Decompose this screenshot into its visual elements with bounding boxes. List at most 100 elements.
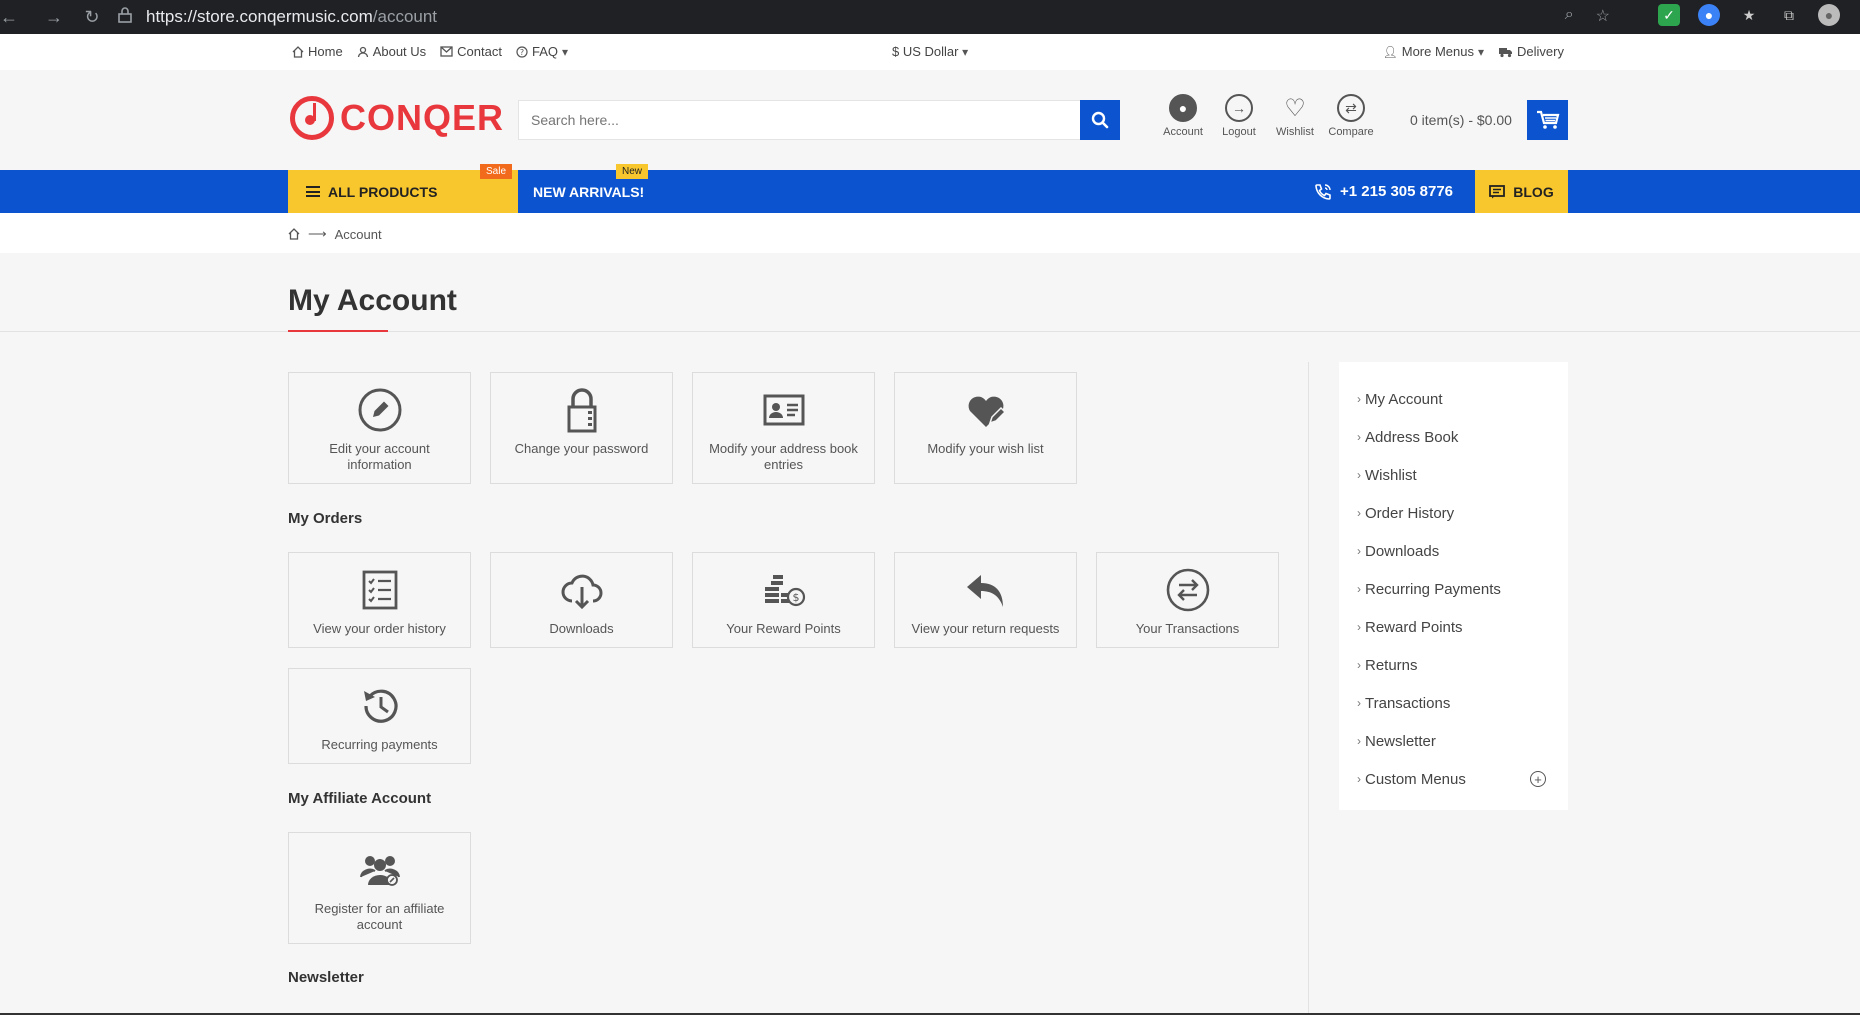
chevron-right-icon: ›: [1357, 772, 1361, 786]
main-navigation: ALL PRODUCTS Sale New NEW ARRIVALS! +1 2…: [0, 164, 1860, 213]
tile-transactions[interactable]: Your Transactions: [1096, 552, 1279, 648]
search-icon: [1091, 111, 1109, 129]
sidebar-item-order-history[interactable]: › Order History: [1339, 494, 1568, 532]
colorful-extension-icon[interactable]: ●: [1698, 4, 1720, 26]
tile-label: Change your password: [514, 441, 649, 456]
address-bar[interactable]: https://store.conqermusic.com/account: [118, 2, 1598, 32]
collections-icon[interactable]: ⧉: [1778, 4, 1800, 26]
tile-edit-account[interactable]: Edit your account information: [288, 372, 471, 484]
sidebar-item-custom-menus[interactable]: › Custom Menus +: [1339, 760, 1568, 798]
phone-link[interactable]: +1 215 305 8776: [1314, 170, 1453, 213]
home-icon[interactable]: [288, 228, 300, 240]
all-products-label: ALL PRODUCTS: [328, 183, 438, 200]
phone-icon: [1315, 183, 1331, 200]
coins-icon: $: [764, 575, 805, 607]
site-logo[interactable]: CONQER: [290, 96, 504, 140]
user-icon: [357, 46, 368, 57]
sidebar-item-label: My Account: [1365, 390, 1443, 408]
newsletter-heading: Newsletter: [288, 969, 364, 986]
currency-selector[interactable]: $ US Dollar ▾: [892, 44, 968, 59]
top-link-home[interactable]: Home: [292, 44, 343, 59]
sidebar-item-label: Downloads: [1365, 542, 1440, 560]
lock-icon: [567, 388, 596, 433]
wishlist-link[interactable]: ♡ Wishlist: [1274, 94, 1316, 139]
zoom-icon[interactable]: ⌕: [1565, 6, 1574, 26]
question-circle-icon: ?: [516, 45, 528, 58]
faq-label: FAQ: [531, 44, 558, 59]
search-button[interactable]: [1080, 100, 1120, 140]
column-divider: [1308, 362, 1309, 1015]
reply-icon: [966, 575, 1003, 607]
reload-icon[interactable]: ↻: [74, 7, 110, 28]
sidebar-item-recurring-payments[interactable]: › Recurring Payments: [1339, 570, 1568, 608]
sidebar-item-transactions[interactable]: › Transactions: [1339, 684, 1568, 722]
breadcrumb-current[interactable]: Account: [335, 227, 382, 242]
tile-label: View your order history: [313, 621, 446, 636]
bookmark-star-icon[interactable]: ☆: [1596, 6, 1610, 26]
sidebar-item-newsletter[interactable]: › Newsletter: [1339, 722, 1568, 760]
search-input[interactable]: [519, 101, 1080, 139]
pencil-icon: [358, 388, 401, 432]
tile-downloads[interactable]: Downloads: [490, 552, 673, 648]
sidebar-item-label: Transactions: [1365, 694, 1451, 712]
sidebar-item-my-account[interactable]: › My Account: [1339, 380, 1568, 418]
sidebar-item-label: Address Book: [1365, 428, 1459, 446]
tile-change-password[interactable]: Change your password: [490, 372, 673, 484]
tile-order-history[interactable]: View your order history: [288, 552, 471, 648]
tile-label: Downloads: [549, 621, 614, 636]
chevron-right-icon: ›: [1357, 620, 1361, 634]
site-header: CONQER ● Account → Logout ♡ Wishlist ⇄ C…: [0, 70, 1860, 170]
sidebar-item-address-book[interactable]: › Address Book: [1339, 418, 1568, 456]
sidebar-item-label: Returns: [1365, 656, 1418, 674]
tile-label: Modify your wish list: [927, 441, 1044, 456]
forward-arrow-icon[interactable]: →: [36, 7, 72, 28]
more-menus-label: More Menus: [1401, 44, 1474, 59]
blog-link[interactable]: BLOG: [1475, 170, 1568, 213]
top-link-contact[interactable]: Contact: [440, 44, 502, 59]
cart-summary[interactable]: 0 item(s) - $0.00: [1410, 112, 1512, 128]
contact-label: Contact: [457, 44, 502, 59]
shield-extension-icon[interactable]: ✓: [1658, 4, 1680, 26]
checklist-icon: [362, 570, 397, 610]
favorites-icon[interactable]: ★: [1738, 4, 1760, 26]
home-label: Home: [308, 44, 343, 59]
title-underline: [288, 330, 388, 332]
expand-plus-icon[interactable]: +: [1530, 771, 1546, 787]
account-link[interactable]: ● Account: [1162, 94, 1204, 138]
tile-label: Edit your account information: [329, 441, 430, 472]
delivery-link[interactable]: Delivery: [1498, 44, 1564, 59]
sidebar-item-wishlist[interactable]: › Wishlist: [1339, 456, 1568, 494]
account-sidebar: › My Account › Address Book › Wishlist › Ord…: [1339, 362, 1568, 810]
title-divider: [0, 331, 1860, 332]
sidebar-item-returns[interactable]: › Returns: [1339, 646, 1568, 684]
tile-return-requests[interactable]: View your return requests: [894, 552, 1077, 648]
sidebar-item-label: Order History: [1365, 504, 1455, 522]
wishlist-label: Wishlist: [1276, 126, 1314, 138]
sidebar-item-label: Custom Menus: [1365, 770, 1466, 788]
tile-label: Modify your address book entries: [709, 441, 858, 472]
logout-link[interactable]: → Logout: [1218, 94, 1260, 138]
caret-down-icon: ▾: [1478, 44, 1485, 59]
sidebar-item-label: Recurring Payments: [1365, 580, 1501, 598]
tile-address-book[interactable]: Modify your address book entries: [692, 372, 875, 484]
tile-label: Your Transactions: [1135, 621, 1240, 636]
new-arrivals-link[interactable]: NEW ARRIVALS!: [533, 170, 644, 213]
tile-label: Your Reward Points: [726, 621, 841, 636]
heart-edit-icon: [968, 396, 1006, 427]
tile-affiliate-register[interactable]: Register for an affiliate account: [288, 832, 471, 944]
sidebar-item-reward-points[interactable]: › Reward Points: [1339, 608, 1568, 646]
more-menus-dropdown[interactable]: 👤︎ More Menus ▾: [1383, 44, 1485, 59]
profile-avatar-icon[interactable]: ●: [1818, 4, 1840, 26]
chevron-right-icon: ›: [1357, 658, 1361, 672]
account-label: Account: [1163, 126, 1203, 138]
tile-wish-list[interactable]: Modify your wish list: [894, 372, 1077, 484]
tile-reward-points[interactable]: $ Your Reward Points: [692, 552, 875, 648]
top-link-faq[interactable]: ? FAQ ▾: [516, 44, 568, 59]
cart-button[interactable]: [1527, 100, 1568, 140]
tile-recurring-payments[interactable]: Recurring payments: [288, 668, 471, 764]
top-link-about[interactable]: About Us: [357, 44, 426, 59]
back-arrow-icon[interactable]: ←: [0, 7, 18, 28]
tile-label: Register for an affiliate account: [314, 901, 445, 932]
compare-link[interactable]: ⇄ Compare: [1328, 94, 1374, 138]
sidebar-item-downloads[interactable]: › Downloads: [1339, 532, 1568, 570]
